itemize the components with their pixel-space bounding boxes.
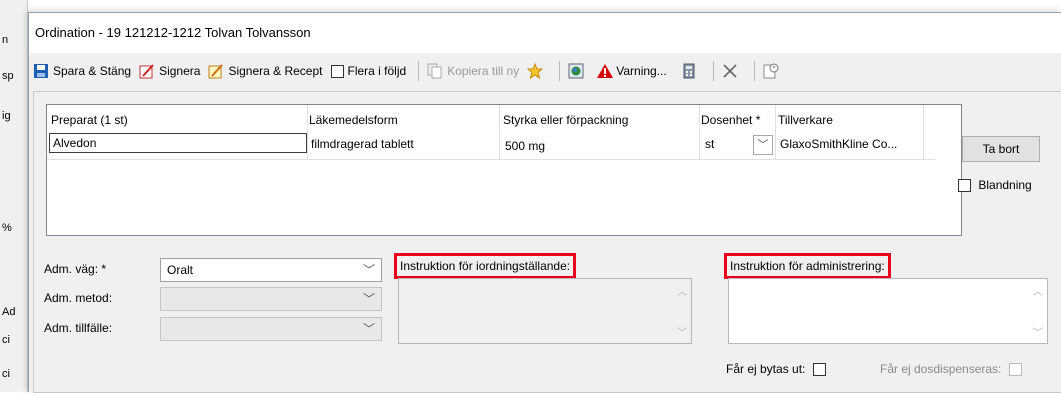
calculator-icon [681,63,697,79]
sign-label: Signera [159,64,201,78]
mix-checkbox-box[interactable] [958,179,971,193]
chevron-down-icon: ﹀ [362,292,375,306]
remove-label: Ta bort [982,142,1020,156]
close-icon [722,63,738,79]
adm-occasion-label: Adm. tillfälle: [44,321,113,335]
adm-route-value: Oralt [167,263,194,277]
globe-icon [568,63,584,79]
grid-divider [499,105,500,159]
warning-label: Varning... [616,64,667,78]
admin-instruction-textarea[interactable]: ︿ ﹀ [728,278,1048,344]
adm-route-label: Adm. väg: * [44,262,107,276]
bg-label-7: ci [2,368,10,380]
bg-label-1: n [2,34,9,46]
toolbar-separator [418,61,420,81]
mix-label: Blandning [978,178,1032,192]
adm-method-select[interactable]: ﹀ [160,287,382,311]
save-close-label: Spara & Stäng [53,64,132,78]
sign-button[interactable]: Signera [139,63,200,79]
no-dispense-label: Får ej dosdispenseras: [880,362,1002,376]
copy-icon [427,63,443,79]
manufacturer-cell[interactable]: GlaxoSmithKline Co... [780,135,897,155]
warning-button[interactable]: Varning... [596,63,667,79]
bg-label-4: % [2,222,12,234]
no-swap-label: Får ej bytas ut: [726,362,806,376]
prep-instruction-label: Instruktion för iordningställande: [394,253,577,279]
grid-divider [699,105,700,159]
delete-button[interactable] [722,63,742,79]
no-dispense-checkbox-box[interactable] [1008,363,1022,377]
preparat-input[interactable] [49,133,307,153]
header-manufacturer: Tillverkare [778,113,833,127]
bg-label-6: ci [2,334,10,346]
header-preparat: Preparat (1 st) [51,113,128,127]
copy-new-button[interactable]: Kopiera till ny [427,63,519,79]
header-unit: Dosenhet * [701,113,761,127]
adm-route-select[interactable]: Oralt ﹀ [160,258,382,282]
header-form: Läkemedelsform [309,113,398,127]
grid-divider [307,105,308,159]
sign-recipe-button[interactable]: Signera & Recept [208,63,323,79]
bg-label-2: sp [2,70,14,82]
history-icon [763,63,779,79]
scroll-down-icon[interactable]: ﹀ [677,324,687,339]
admin-instruction-label: Instruktion för administrering: [724,253,891,279]
background-window: n sp ig % Ad ci ci [0,0,28,392]
bg-label-5: Ad [2,306,16,318]
chevron-down-icon: ﹀ [362,322,375,336]
prep-instruction-text: Instruktion för iordningställande: [400,259,571,273]
warning-icon [596,63,614,79]
sign-recipe-label: Signera & Recept [228,64,323,78]
header-strength: Styrka eller förpackning [503,113,629,127]
grid-divider [923,105,924,159]
window-title: Ordination - 19 121212-1212 Tolvan Tolva… [35,25,311,40]
scroll-up-icon[interactable]: ︿ [677,283,687,298]
scroll-down-icon[interactable]: ﹀ [1033,324,1043,339]
sign-icon [139,63,155,79]
favorite-button[interactable] [526,62,547,80]
globe-button[interactable] [568,63,588,79]
history-button[interactable] [763,63,783,79]
admin-instruction-text: Instruktion för administrering: [730,259,885,273]
prep-instruction-textarea[interactable]: ︿ ﹀ [398,278,692,344]
toolbar-separator [753,61,755,81]
no-dispense-checkbox[interactable]: Får ej dosdispenseras: [880,362,1026,377]
sign-recipe-icon [208,63,224,79]
strength-cell[interactable]: 500 mg [505,137,545,157]
toolbar-separator [712,61,714,81]
several-label: Flera i följd [347,64,407,78]
no-swap-checkbox[interactable]: Får ej bytas ut: [726,362,830,377]
ordination-dialog: Ordination - 19 121212-1212 Tolvan Tolva… [28,12,1061,393]
chevron-down-icon: ﹀ [362,263,375,277]
ordination-panel: Preparat (1 st) Läkemedelsform Styrka el… [33,91,1061,393]
mix-checkbox[interactable]: Blandning [958,178,1032,193]
drug-grid: Preparat (1 st) Läkemedelsform Styrka el… [46,104,962,236]
bg-label-3: ig [2,110,11,122]
calculator-button[interactable] [681,63,701,79]
toolbar: Spara & Stäng Signera Signera & Recept F… [29,53,1061,89]
several-checkbox[interactable]: Flera i följd [330,64,407,78]
chevron-down-icon: ﹀ [757,139,769,151]
grid-divider [775,105,776,159]
copy-new-label: Kopiera till ny [447,64,520,78]
star-icon [526,62,544,80]
no-swap-checkbox-box[interactable] [812,363,826,377]
remove-button[interactable]: Ta bort [962,136,1040,162]
toolbar-separator [559,61,561,81]
scroll-up-icon[interactable]: ︿ [1033,283,1043,298]
adm-method-label: Adm. metod: [44,291,113,305]
grid-row-line [47,159,935,160]
several-checkbox-box[interactable] [330,64,344,78]
adm-occasion-select[interactable]: ﹀ [160,317,382,341]
save-icon [33,63,49,79]
save-close-button[interactable]: Spara & Stäng [33,63,131,79]
unit-dropdown[interactable]: ﹀ [753,135,773,155]
unit-cell[interactable]: st [705,135,714,155]
form-cell[interactable]: filmdragerad tablett [311,135,414,155]
title-bar: Ordination - 19 121212-1212 Tolvan Tolva… [29,13,1061,53]
